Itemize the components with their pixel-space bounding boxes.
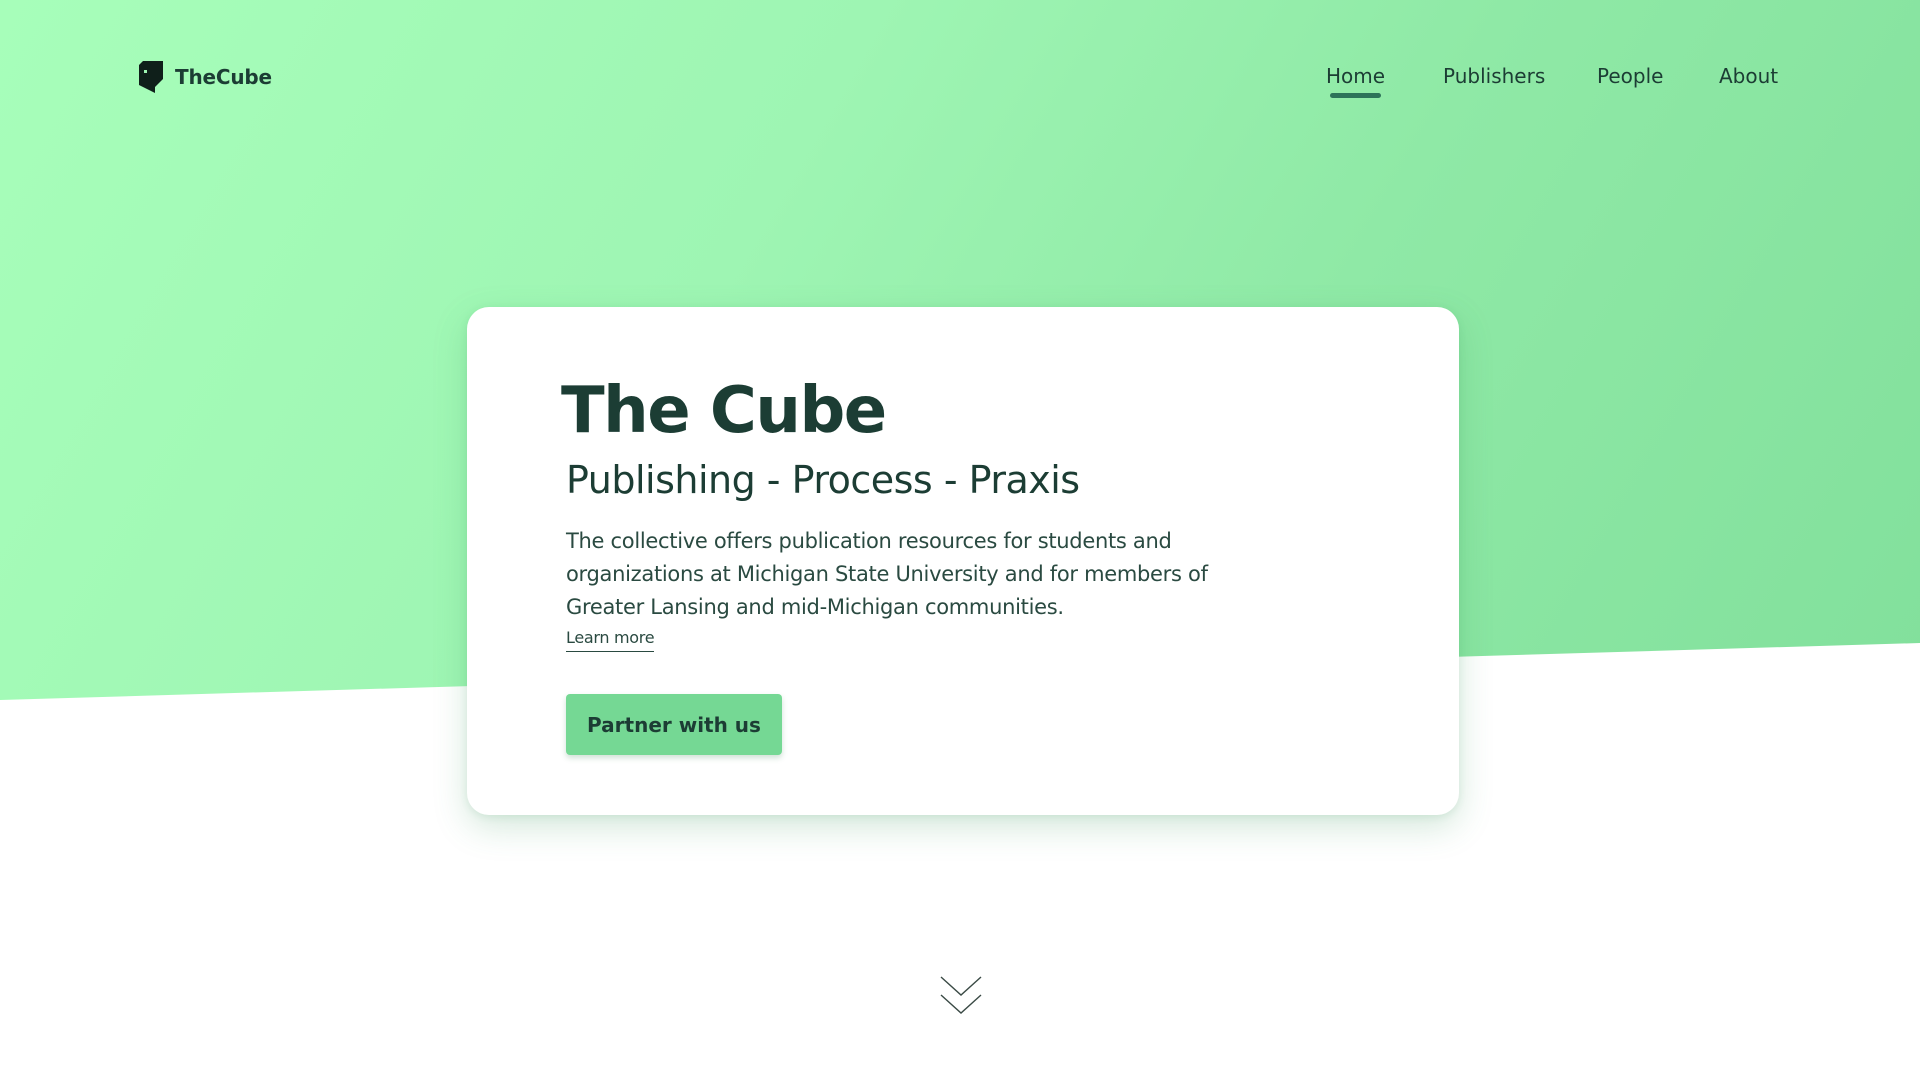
partner-with-us-button[interactable]: Partner with us [566,694,782,755]
hero-subtitle: Publishing - Process - Praxis [566,458,1080,502]
top-navbar: TheCube Home Publishers People About [0,0,1920,155]
hero-description: The collective offers publication resour… [566,529,1208,619]
double-chevron-down-icon[interactable] [939,975,983,1017]
main-nav: Home Publishers People About [0,62,1920,102]
learn-more-link[interactable]: Learn more [566,627,655,652]
hero-title: The Cube [561,374,887,448]
hero-card: The Cube Publishing - Process - Praxis T… [467,307,1459,815]
active-nav-indicator [1330,93,1381,98]
nav-item-publishers[interactable]: Publishers [1443,62,1545,90]
nav-item-home[interactable]: Home [1326,62,1385,90]
nav-item-people[interactable]: People [1597,62,1663,90]
landing-page: TheCube Home Publishers People About The… [0,0,1920,1081]
nav-item-about[interactable]: About [1719,62,1778,90]
